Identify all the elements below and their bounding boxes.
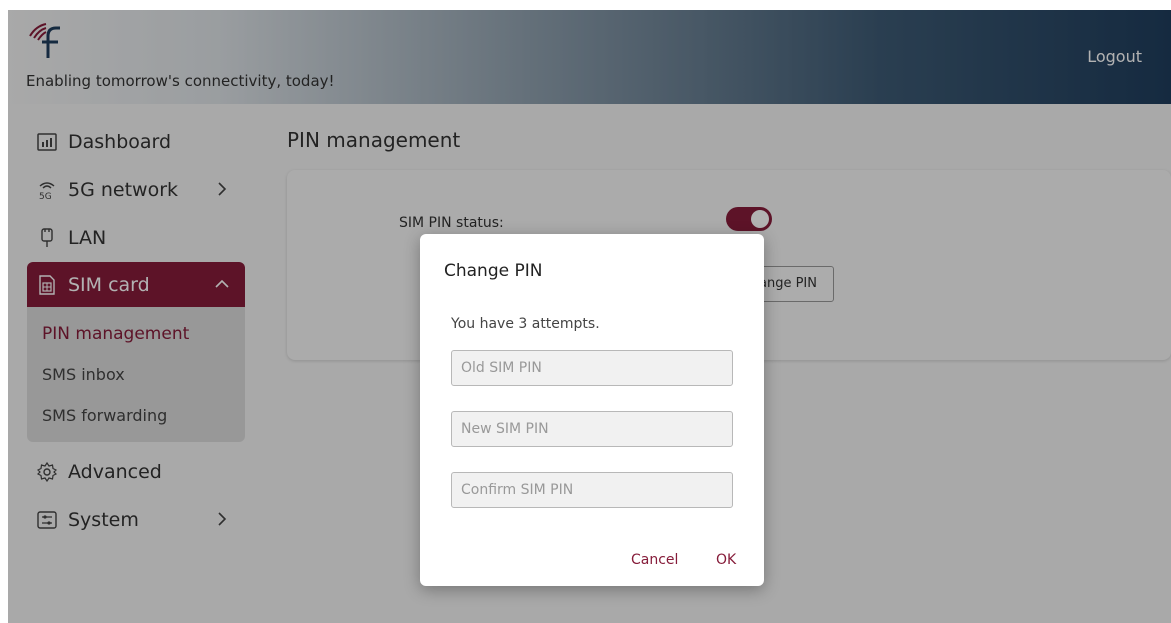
old-sim-pin-input[interactable]	[451, 350, 733, 386]
new-sim-pin-input[interactable]	[451, 411, 733, 447]
confirm-sim-pin-input[interactable]	[451, 472, 733, 508]
app-page: Enabling tomorrow's connectivity, today!…	[8, 10, 1171, 623]
dialog-title: Change PIN	[444, 261, 543, 281]
ok-button[interactable]: OK	[716, 552, 736, 568]
change-pin-dialog: Change PIN You have 3 attempts. Cancel O…	[420, 234, 764, 586]
attempts-remaining-text: You have 3 attempts.	[451, 316, 600, 332]
cancel-button[interactable]: Cancel	[631, 552, 678, 568]
